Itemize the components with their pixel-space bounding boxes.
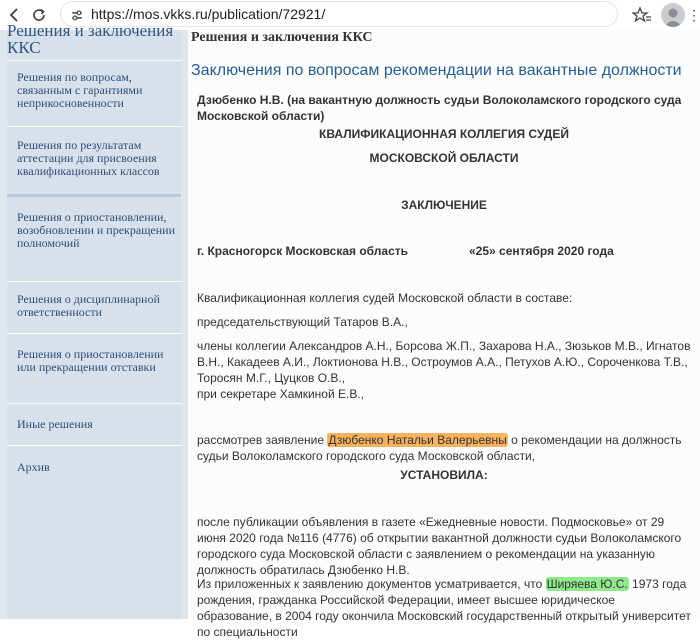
favorites-icon[interactable]: [630, 4, 654, 26]
highlighted-applicant-name: Дзюбенко Натальи Валерьевны: [327, 433, 508, 447]
sidebar-item-label[interactable]: Решения о дисциплинарной ответственности: [17, 293, 177, 319]
profile-avatar-icon[interactable]: [661, 3, 685, 27]
sidebar-item-archive[interactable]: Архив: [7, 445, 181, 619]
sidebar-item-immunity[interactable]: Решения по вопросам, связанным с гаранти…: [7, 60, 181, 126]
section-title: Решения и заключения ККС: [191, 30, 373, 45]
sidebar-item-retirement[interactable]: Решения о приостановлении или прекращени…: [7, 333, 181, 403]
paragraph-documents: Из приложенных к заявлению документов ус…: [197, 576, 691, 640]
sidebar-item-label[interactable]: Архив: [17, 461, 177, 474]
paragraph-chairman: председательствующий Татаров В.А.,: [197, 315, 408, 329]
application-text-before: рассмотрев заявление: [197, 433, 328, 447]
paragraph-composition: Квалификационная коллегия судей Московск…: [197, 291, 573, 305]
sidebar-item-label[interactable]: Решения о приостановлении, возобновлении…: [17, 211, 177, 250]
page-heading: Заключения по вопросам рекомендации на в…: [191, 62, 682, 79]
more-menu-icon[interactable]: ⋮: [687, 4, 700, 26]
paragraph-members: члены коллегии Александров А.Н., Борсова…: [197, 339, 691, 385]
sidebar-item-label[interactable]: Решения по вопросам, связанным с гаранти…: [17, 71, 177, 110]
document-subject: Дзюбенко Н.В. (на вакантную должность су…: [197, 93, 682, 123]
document-place: г. Красногорск Московская область: [197, 244, 409, 258]
sidebar-item-suspension[interactable]: Решения о приостановлении, возобновлении…: [7, 194, 181, 281]
sidebar-item-label[interactable]: Решения по результатам аттестации для пр…: [17, 139, 177, 178]
sidebar-item-attestation[interactable]: Решения по результатам аттестации для пр…: [7, 126, 181, 194]
document-type: ЗАКЛЮЧЕНИЕ: [401, 198, 487, 212]
sidebar-title[interactable]: Решения и заключения ККС: [7, 22, 177, 56]
document-date: «25» сентября 2020 года: [469, 244, 614, 258]
main-content: Решения и заключения ККС Заключения по в…: [188, 30, 700, 639]
sidebar-item-label[interactable]: Решения о приостановлении или прекращени…: [17, 348, 177, 374]
highlighted-name-green: Ширяева Ю.С.: [545, 577, 629, 591]
org-name-line1: КВАЛИФИКАЦИОННАЯ КОЛЛЕГИЯ СУДЕЙ: [319, 127, 569, 141]
established-heading: УСТАНОВИЛА:: [400, 468, 488, 482]
sidebar-item-label[interactable]: Иные решения: [17, 418, 177, 431]
sidebar-item-disciplinary[interactable]: Решения о дисциплинарной ответственности: [7, 281, 181, 333]
paragraph-publication: после публикации объявления в газете «Еж…: [197, 515, 682, 577]
documents-text-before: Из приложенных к заявлению документов ус…: [197, 577, 546, 591]
paragraph-application: рассмотрев заявление Дзюбенко Натальи Ва…: [197, 432, 691, 464]
sidebar: Решения и заключения ККС Решения по вопр…: [0, 22, 188, 619]
paragraph-secretary: при секретаре Хамкиной Е.В.,: [197, 387, 365, 401]
url-text[interactable]: https://mos.vkks.ru/publication/72921/: [91, 6, 325, 22]
org-name-line2: МОСКОВСКОЙ ОБЛАСТИ: [369, 151, 519, 165]
sidebar-item-other[interactable]: Иные решения: [7, 403, 181, 445]
